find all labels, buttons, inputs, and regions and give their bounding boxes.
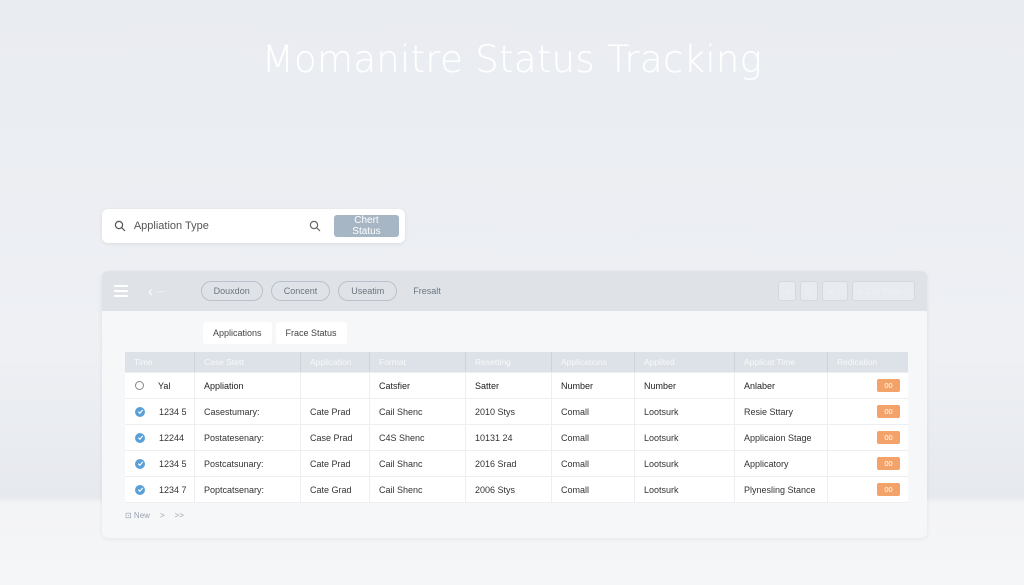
search-bar: Chert Status [102, 209, 405, 243]
column-header[interactable]: Format [370, 352, 466, 372]
panel-toolbar: ‹ — Douxdon Concent Useatim Fresalt ≑ ⎙ … [102, 271, 927, 311]
column-header[interactable]: Case Stett [195, 352, 301, 372]
new-page-button[interactable]: ⊡ New [125, 511, 150, 520]
table-cell: 1234 5 [125, 451, 195, 476]
table-cell: Yal [125, 373, 195, 398]
status-tag[interactable]: 00 [877, 379, 900, 392]
column-header[interactable]: Resetting [466, 352, 552, 372]
table-cell: Cail Shenc [370, 477, 466, 502]
table-cell: Poptcatsenary: [195, 477, 301, 502]
table-cell: Cate Prad [301, 451, 370, 476]
table-cell: 2006 Stys [466, 477, 552, 502]
back-chevron-icon[interactable]: ‹ [148, 283, 153, 299]
table-cell: Comall [552, 451, 635, 476]
search-submit-icon[interactable] [302, 214, 328, 238]
applications-panel: ‹ — Douxdon Concent Useatim Fresalt ≑ ⎙ … [102, 271, 927, 538]
table-cell: 00 [828, 451, 908, 476]
menu-icon[interactable] [114, 285, 128, 297]
table-cell: Number [552, 373, 635, 398]
table-cell: Cail Shenc [370, 399, 466, 424]
pill-concent[interactable]: Concent [270, 281, 331, 301]
tab-applications[interactable]: Applications [203, 322, 272, 344]
table-cell: 10131 24 [466, 425, 552, 450]
table-cell: Catsfier [370, 373, 466, 398]
search-input[interactable] [133, 220, 303, 232]
panel-tabs: Applications Frace Status [203, 322, 347, 344]
table-cell: Lootsurk [635, 425, 735, 450]
table-cell: C4S Shenc [370, 425, 466, 450]
page-title: Momanitre Status Tracking [261, 38, 763, 81]
table-cell: Comall [552, 425, 635, 450]
table-header: Time Case Stett Application Format Reset… [125, 352, 908, 373]
filter-pills: Douxdon Concent Useatim [200, 281, 398, 301]
table-cell: 2016 Srad [466, 451, 552, 476]
tab-frace-status[interactable]: Frace Status [275, 322, 347, 344]
row-check-icon[interactable] [135, 432, 145, 443]
table-cell: Lootsurk [635, 477, 735, 502]
search-icon [112, 218, 128, 234]
table-row[interactable]: 12244 Postatesenary: Case Prad C4S Shenc… [125, 425, 908, 451]
column-header[interactable]: Time [125, 352, 195, 372]
table-cell: Resie Sttary [735, 399, 828, 424]
table-cell: Casestumary: [195, 399, 301, 424]
table-cell: Applicaion Stage [735, 425, 828, 450]
status-tag[interactable]: 00 [877, 457, 900, 470]
table-cell: 1234 5 [125, 399, 195, 424]
table-cell: Postcatsunary: [195, 451, 301, 476]
table-cell: Lootsurk [635, 451, 735, 476]
row-check-icon[interactable] [135, 484, 145, 495]
print-button[interactable]: ⎙ [799, 281, 818, 301]
table-row[interactable]: 1234 5 Postcatsunary: Cate Prad Cail Sha… [125, 451, 908, 477]
table-cell [301, 373, 370, 398]
toolbar-actions: ≑ ⎙ ⊗ ⌄ ⊕ Cue Roas ⌄ [777, 281, 915, 301]
row-check-icon[interactable] [135, 406, 145, 417]
table-cell: Case Prad [301, 425, 370, 450]
sort-button[interactable]: ≑ [777, 281, 796, 301]
applications-table: Time Case Stett Application Format Reset… [125, 352, 908, 503]
status-tag[interactable]: 00 [877, 483, 900, 496]
table-cell: 00 [828, 399, 908, 424]
pill-douxdon[interactable]: Douxdon [200, 281, 263, 301]
status-tag[interactable]: 00 [877, 431, 900, 444]
table-row[interactable]: Yal Appliation Catsfier Satter Number Nu… [125, 373, 908, 399]
table-cell: Appliation [195, 373, 301, 398]
back-sub: — [156, 286, 165, 296]
view-options-dropdown[interactable]: ⊕ Cue Roas ⌄ [851, 281, 915, 301]
pagination: ⊡ New > >> [125, 511, 184, 520]
next-page-button[interactable]: > [160, 511, 165, 520]
table-cell: 2010 Stys [466, 399, 552, 424]
table-cell: Comall [552, 399, 635, 424]
table-cell: 12244 [125, 425, 195, 450]
filter-dropdown-button[interactable]: ⊗ ⌄ [821, 281, 848, 301]
table-row[interactable]: 1234 7 Poptcatsenary: Cate Grad Cail She… [125, 477, 908, 503]
table-cell: 1234 7 [125, 477, 195, 502]
toolbar-link-fresalt[interactable]: Fresalt [413, 286, 441, 296]
column-header[interactable]: Applited [635, 352, 735, 372]
last-page-button[interactable]: >> [175, 511, 184, 520]
table-cell: Satter [466, 373, 552, 398]
table-cell: Lootsurk [635, 399, 735, 424]
row-check-icon[interactable] [135, 458, 145, 469]
check-status-button[interactable]: Chert Status [333, 215, 400, 237]
table-cell: Applicatory [735, 451, 828, 476]
table-cell: Plynesling Stance [735, 477, 828, 502]
table-cell: Number [635, 373, 735, 398]
table-row[interactable]: 1234 5 Casestumary: Cate Prad Cail Shenc… [125, 399, 908, 425]
table-cell: 00 [828, 373, 908, 398]
pill-useatim[interactable]: Useatim [338, 281, 398, 301]
column-header[interactable]: Applicat Time [735, 352, 828, 372]
row-radio[interactable] [135, 381, 144, 390]
column-header[interactable]: Redication [828, 352, 908, 372]
table-cell: Postatesenary: [195, 425, 301, 450]
table-cell: 00 [828, 425, 908, 450]
table-cell: Cate Prad [301, 399, 370, 424]
status-tag[interactable]: 00 [877, 405, 900, 418]
table-cell: 00 [828, 477, 908, 502]
column-header[interactable]: Application [301, 352, 370, 372]
table-cell: Cate Grad [301, 477, 370, 502]
table-cell: Anlaber [735, 373, 828, 398]
table-cell: Comall [552, 477, 635, 502]
table-cell: Cail Shanc [370, 451, 466, 476]
column-header[interactable]: Applications [552, 352, 635, 372]
